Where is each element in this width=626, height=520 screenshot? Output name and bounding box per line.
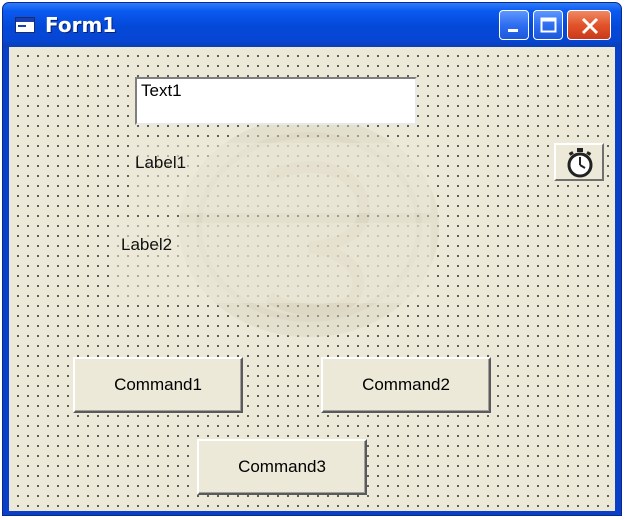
command2-button[interactable]: Command2 [321,357,491,413]
command1-button[interactable]: Command1 [73,357,243,413]
title-bar[interactable]: Form1 [3,3,621,47]
minimize-icon [508,29,518,32]
label1: Label1 [135,153,187,172]
timer-control[interactable] [554,143,604,181]
maximize-button[interactable] [533,10,563,40]
label2: Label2 [121,235,173,254]
window-title: Form1 [45,13,117,37]
form-icon [15,17,35,33]
close-button[interactable] [567,10,611,40]
command3-button[interactable]: Command3 [197,439,367,495]
form-window: Form1 Text1 Label1 Label2 Command1 Comma… [2,2,622,516]
minimize-button[interactable] [499,10,529,40]
stopwatch-icon [567,148,593,178]
maximize-icon [540,17,557,33]
text1-textbox[interactable]: Text1 [135,77,417,125]
form-design-surface[interactable]: Text1 Label1 Label2 Command1 Command2 Co… [9,47,615,511]
close-icon [581,17,599,35]
